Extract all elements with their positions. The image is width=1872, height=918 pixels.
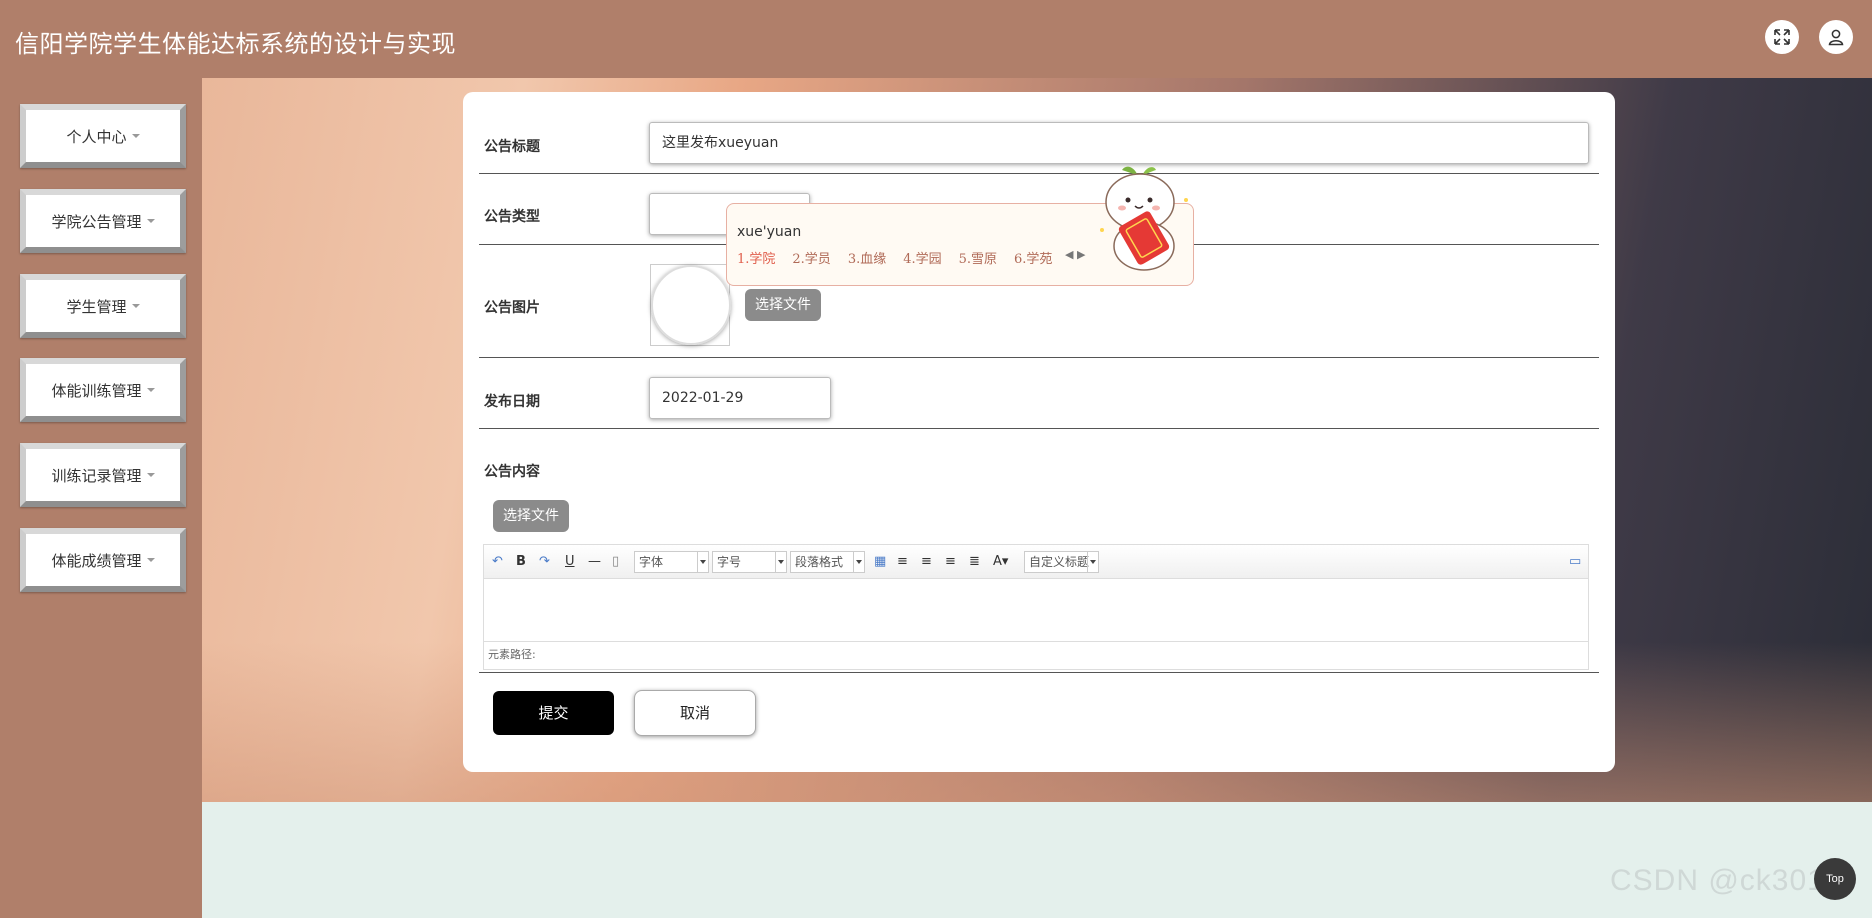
user-button[interactable] — [1819, 20, 1853, 54]
caret-down-icon — [146, 219, 155, 223]
sidebar-item-label: 训练记录管理 — [51, 466, 142, 485]
horizontal-rule-icon[interactable]: — — [588, 554, 601, 569]
dropdown-arrow-icon — [1087, 552, 1097, 572]
expand-icon — [1774, 29, 1790, 45]
element-path-bar: 元素路径: — [484, 641, 1588, 669]
rich-text-editor: ↶ B ↷ U — ▯ 字体 字号 段落格式 ▦ ≡ ≡ ≡ ≣ A▾ 自定义标… — [483, 544, 1589, 670]
editor-toolbar: ↶ B ↷ U — ▯ 字体 字号 段落格式 ▦ ≡ ≡ ≡ ≣ A▾ 自定义标… — [484, 545, 1588, 579]
sidebar-item-notice-management[interactable]: 学院公告管理 — [20, 189, 186, 253]
notice-form-card: 公告标题 公告类型 公告图片 发布日期 公告内容 — [463, 92, 1615, 772]
align-center-icon[interactable]: ≡ — [945, 554, 956, 569]
caret-down-icon — [131, 134, 140, 138]
image-preview-circle — [651, 265, 731, 345]
page-title: 信阳学院学生体能达标系统的设计与实现 — [15, 30, 456, 58]
dropdown-arrow-icon — [697, 552, 707, 572]
image-label: 公告图片 — [484, 300, 540, 316]
content-choose-file-button[interactable]: 选择文件 — [493, 500, 569, 532]
sidebar-item-label: 学院公告管理 — [51, 212, 142, 231]
user-icon — [1828, 29, 1844, 46]
font-size-label: 字号 — [717, 555, 742, 569]
custom-title-select[interactable]: 自定义标题 — [1024, 551, 1099, 573]
caret-down-icon — [146, 388, 155, 392]
date-label: 发布日期 — [484, 394, 540, 410]
top-header: 信阳学院学生体能达标系统的设计与实现 — [0, 0, 1872, 78]
sidebar-item-label: 体能训练管理 — [51, 381, 142, 400]
title-label: 公告标题 — [484, 139, 540, 155]
form-row-date: 发布日期 — [479, 358, 1599, 429]
notice-image-preview — [650, 264, 731, 346]
underline-icon[interactable]: U — [565, 554, 575, 569]
ime-mascot-icon — [1100, 166, 1188, 271]
sidebar-item-label: 学生管理 — [66, 297, 127, 316]
image-choose-file-button[interactable]: 选择文件 — [745, 289, 821, 321]
dropdown-arrow-icon — [853, 552, 863, 572]
ime-candidate[interactable]: 4.学园 — [903, 248, 941, 267]
sidebar-item-personal-center[interactable]: 个人中心 — [20, 104, 186, 168]
caret-down-icon — [131, 304, 140, 308]
ime-composition: xue'yuan — [737, 224, 802, 240]
date-input[interactable]: 2022-01-29 — [649, 377, 831, 419]
cancel-button[interactable]: 取消 — [634, 690, 756, 736]
undo-icon[interactable]: ↶ — [492, 554, 503, 569]
ime-candidate[interactable]: 3.血缘 — [848, 248, 886, 267]
ime-candidate[interactable]: 1.学院 — [737, 248, 775, 267]
submit-button[interactable]: 提交 — [493, 691, 614, 735]
type-label: 公告类型 — [484, 209, 540, 225]
back-to-top-button[interactable]: Top — [1814, 858, 1856, 900]
sidebar-item-score-management[interactable]: 体能成绩管理 — [20, 528, 186, 592]
align-right-icon[interactable]: ≡ — [921, 554, 932, 569]
editor-content-area[interactable] — [484, 579, 1588, 641]
bold-icon[interactable]: B — [516, 554, 526, 569]
fullscreen-editor-icon[interactable]: ▭ — [1569, 554, 1581, 569]
font-color-icon[interactable]: A▾ — [993, 554, 1008, 569]
paste-icon[interactable]: ▯ — [612, 554, 619, 569]
sidebar: 个人中心 学院公告管理 学生管理 体能训练管理 训练记录管理 体能成绩管理 — [0, 78, 202, 918]
align-justify-icon[interactable]: ≣ — [969, 554, 980, 569]
custom-title-label: 自定义标题 — [1029, 555, 1090, 569]
ime-candidate-list: 1.学院 2.学员 3.血缘 4.学园 5.雪原 6.学苑 — [737, 248, 1052, 267]
table-icon[interactable]: ▦ — [874, 554, 886, 569]
paragraph-format-select[interactable]: 段落格式 — [790, 551, 865, 573]
sidebar-item-training-management[interactable]: 体能训练管理 — [20, 358, 186, 422]
ime-pager-arrows-icon[interactable]: ◀ ▶ — [1065, 248, 1085, 261]
fullscreen-button[interactable] — [1765, 20, 1799, 54]
content-label: 公告内容 — [484, 464, 540, 480]
align-left-icon[interactable]: ≡ — [897, 554, 908, 569]
ime-candidate[interactable]: 2.学员 — [792, 248, 830, 267]
sidebar-item-label: 体能成绩管理 — [51, 551, 142, 570]
ime-candidate[interactable]: 5.雪原 — [959, 248, 997, 267]
font-family-label: 字体 — [639, 555, 664, 569]
paragraph-format-label: 段落格式 — [795, 555, 844, 569]
redo-icon[interactable]: ↷ — [539, 554, 550, 569]
font-family-select[interactable]: 字体 — [634, 551, 709, 573]
watermark: CSDN @ck3017 — [1610, 864, 1843, 897]
caret-down-icon — [146, 473, 155, 477]
dropdown-arrow-icon — [775, 552, 785, 572]
sidebar-item-student-management[interactable]: 学生管理 — [20, 274, 186, 338]
sidebar-item-training-record[interactable]: 训练记录管理 — [20, 443, 186, 507]
sidebar-item-label: 个人中心 — [66, 127, 127, 146]
font-size-select[interactable]: 字号 — [712, 551, 787, 573]
ime-candidate[interactable]: 6.学苑 — [1014, 248, 1052, 267]
caret-down-icon — [146, 558, 155, 562]
